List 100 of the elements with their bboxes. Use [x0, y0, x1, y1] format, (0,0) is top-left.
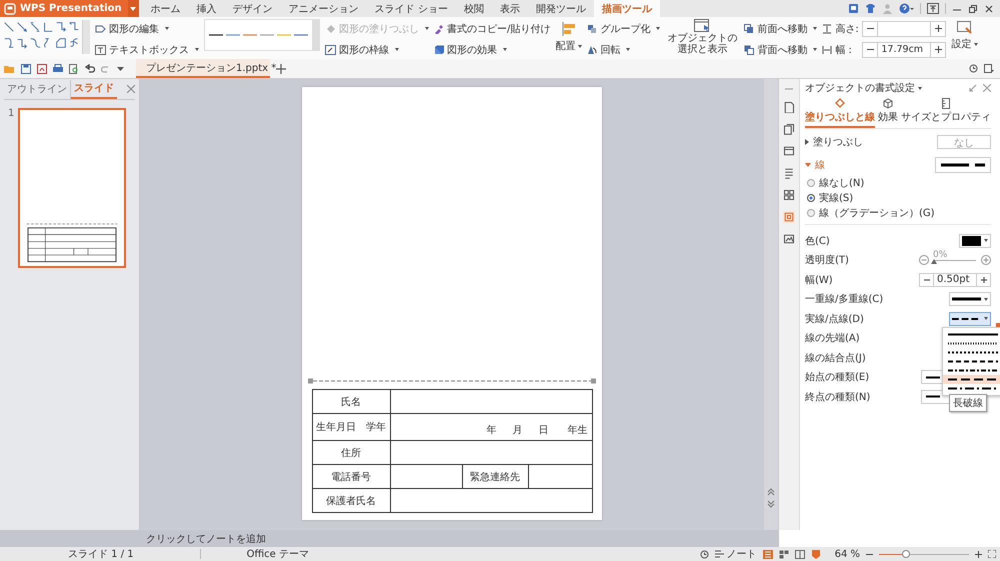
slideshow-icon[interactable]: [810, 549, 821, 559]
line-width-field[interactable]: 0.50pt: [919, 272, 991, 287]
minus-icon[interactable]: [866, 46, 874, 53]
line-style-swatch[interactable]: [226, 33, 240, 37]
selection-border[interactable]: [308, 378, 596, 384]
connector-icon[interactable]: [29, 20, 41, 34]
plus-circle-icon[interactable]: [981, 255, 991, 266]
help-icon[interactable]: [899, 3, 914, 14]
shape-effects-button[interactable]: 図形の効果: [434, 41, 550, 58]
minus-icon[interactable]: [866, 25, 874, 32]
panel-tab[interactable]: 塗りつぶしと線: [805, 97, 875, 128]
gallery-scrollbar[interactable]: [82, 20, 90, 54]
connector-icon[interactable]: [16, 20, 28, 34]
notes-button[interactable]: ノート: [714, 547, 757, 561]
shirt-icon[interactable]: [865, 3, 876, 14]
send-backward-button[interactable]: 背面へ移動: [744, 41, 818, 58]
line-style-swatch[interactable]: [294, 33, 308, 37]
fit-icon[interactable]: [988, 550, 996, 558]
save-icon[interactable]: [21, 64, 31, 74]
print-icon[interactable]: [53, 64, 63, 74]
minus-icon[interactable]: [924, 276, 930, 283]
group-button[interactable]: グループ化: [587, 20, 660, 37]
panel-tab[interactable]: 効果: [878, 97, 898, 128]
gallery-scrollbar[interactable]: [313, 19, 320, 51]
ribbon-tab[interactable]: 描画ツール: [594, 0, 660, 17]
dash-style-option[interactable]: [943, 374, 1000, 384]
color-picker[interactable]: [959, 234, 991, 248]
skin-icon[interactable]: [848, 3, 859, 14]
connector-icon[interactable]: [3, 36, 15, 50]
plus-icon[interactable]: [934, 46, 942, 53]
height-field[interactable]: [862, 20, 946, 36]
side-panel-icon[interactable]: [783, 101, 795, 113]
connector-icon[interactable]: [55, 36, 67, 50]
pin-icon[interactable]: [969, 84, 977, 92]
plus-icon[interactable]: [980, 276, 986, 283]
side-panel-icon[interactable]: [783, 211, 795, 223]
vertical-scrollbar[interactable]: [764, 79, 778, 530]
caret-icon[interactable]: [117, 66, 124, 70]
connector-icon[interactable]: [29, 36, 41, 50]
close-icon[interactable]: [984, 4, 994, 14]
reading-view-icon[interactable]: [794, 550, 805, 558]
history-icon[interactable]: [969, 64, 978, 73]
side-panel-icon[interactable]: [783, 123, 795, 135]
ribbon-tab[interactable]: 開発ツール: [528, 0, 594, 17]
connector-icon[interactable]: [16, 36, 28, 50]
pdf-icon[interactable]: [37, 64, 47, 74]
restore-icon[interactable]: [968, 4, 978, 14]
selection-pane-button[interactable]: オブジェクトの選択と表示: [665, 19, 740, 59]
line-style-swatch[interactable]: [243, 33, 257, 37]
width-field[interactable]: 17.79cm: [862, 42, 946, 58]
preview-icon[interactable]: [69, 64, 79, 74]
side-panel-icon[interactable]: [783, 233, 795, 245]
connector-icon[interactable]: [68, 36, 80, 50]
line-style-preview[interactable]: [935, 157, 991, 173]
align-button[interactable]: 配置: [555, 19, 582, 59]
line-style-swatch[interactable]: [209, 33, 223, 37]
slide[interactable]: 氏名 生年月日 学年 年 月 日 年生 住所 電話番号 緊急連絡先 保護者氏名: [302, 87, 602, 520]
connector-icon[interactable]: [42, 20, 54, 34]
panel-tab[interactable]: サイズとプロパティ: [901, 97, 991, 128]
compound-type-dropdown[interactable]: [949, 292, 991, 306]
app-menu-caret[interactable]: [128, 0, 139, 17]
zoom-slider-thumb[interactable]: [902, 550, 910, 558]
connector-icon[interactable]: [55, 20, 67, 34]
format-painter-button[interactable]: 書式のコピー/貼り付け: [434, 20, 550, 37]
normal-view-icon[interactable]: [762, 550, 773, 558]
text-box-button[interactable]: テキストボックス: [95, 41, 199, 58]
panel-title[interactable]: オブジェクトの書式設定: [805, 81, 922, 95]
page-down-icon[interactable]: [767, 500, 775, 508]
plus-icon[interactable]: [934, 25, 942, 32]
ribbon-tab[interactable]: アニメーション: [280, 0, 367, 17]
shape-outline-button[interactable]: 図形の枠線: [325, 41, 429, 58]
notes-field[interactable]: クリックしてノートを追加: [146, 532, 266, 546]
ribbon-toggle-icon[interactable]: [927, 3, 939, 14]
ribbon-tab[interactable]: デザイン: [224, 0, 281, 17]
page-up-icon[interactable]: [767, 488, 775, 496]
sorter-view-icon[interactable]: [778, 550, 789, 558]
slider-thumb[interactable]: [931, 258, 937, 264]
history-icon[interactable]: [700, 550, 709, 558]
panel-tab[interactable]: アウトライン: [4, 80, 71, 98]
fill-section-toggle[interactable]: 塗りつぶし: [805, 135, 863, 149]
zoom-in-icon[interactable]: [975, 550, 982, 558]
line-style-swatch[interactable]: [260, 33, 274, 37]
edit-shape-button[interactable]: 図形の編集: [95, 20, 199, 37]
connector-icon[interactable]: [3, 20, 15, 34]
rotate-button[interactable]: 回転: [587, 41, 660, 58]
panel-icon[interactable]: [984, 64, 994, 73]
line-section-toggle[interactable]: 線: [805, 158, 825, 172]
radio-button[interactable]: [807, 208, 815, 216]
side-panel-icon[interactable]: [783, 167, 795, 179]
settings-button[interactable]: 設定: [951, 19, 978, 59]
undo-icon[interactable]: [85, 64, 95, 74]
radio-button[interactable]: [807, 178, 815, 186]
ribbon-tab[interactable]: スライド ショー: [366, 0, 456, 17]
collapse-icon[interactable]: [785, 87, 793, 91]
slide-thumbnail[interactable]: [18, 108, 126, 268]
radio-button[interactable]: [807, 194, 815, 202]
ribbon-tab[interactable]: 校閲: [456, 0, 492, 17]
ribbon-tab[interactable]: ホーム: [142, 0, 189, 17]
plus-icon[interactable]: [276, 64, 286, 74]
ribbon-tab[interactable]: 表示: [492, 0, 528, 17]
